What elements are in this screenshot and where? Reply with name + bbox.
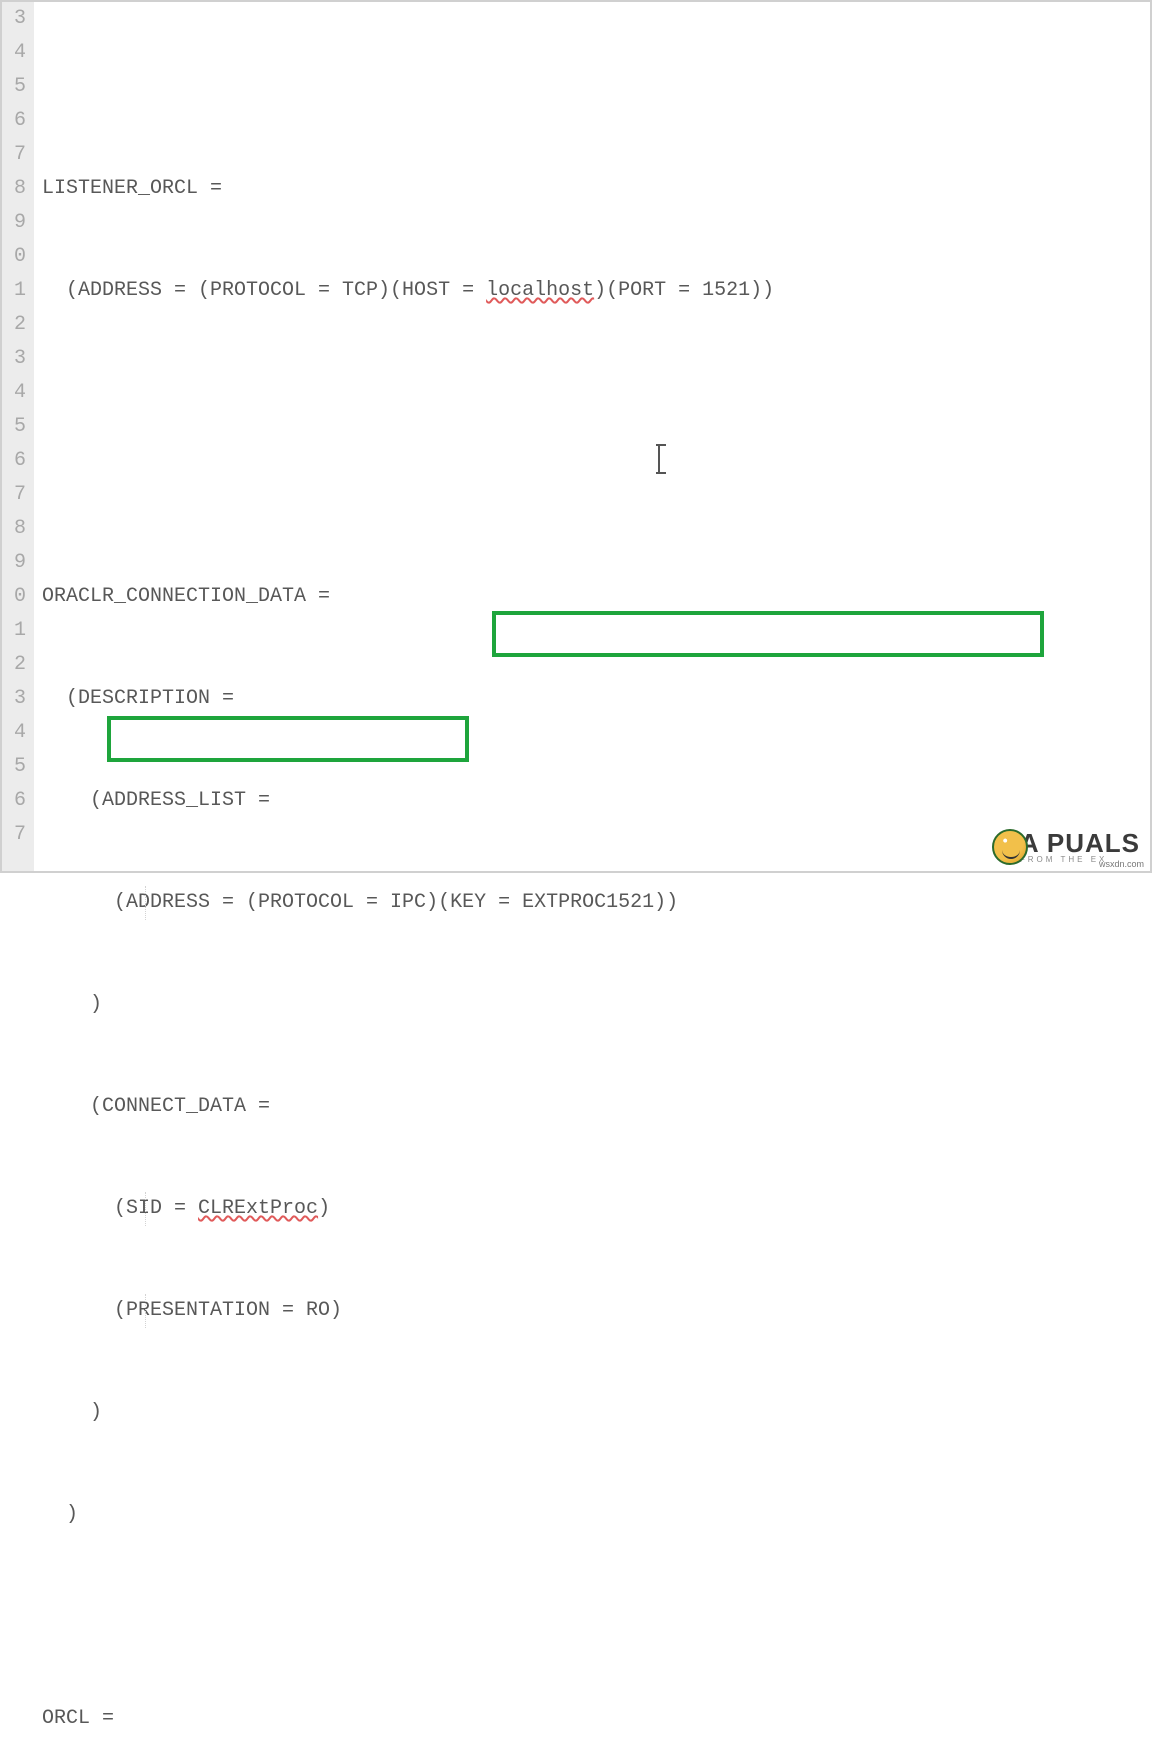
line-number: 6 (2, 104, 26, 138)
code-line[interactable]: (PRESENTATION = RO) (42, 1294, 1150, 1328)
spell-squiggle: CLRExtProc (198, 1197, 318, 1220)
line-number: 5 (2, 70, 26, 104)
code-line[interactable]: (CONNECT_DATA = (42, 1090, 1150, 1124)
indent-guide (145, 886, 146, 920)
code-line[interactable]: (ADDRESS = (PROTOCOL = IPC)(KEY = EXTPRO… (42, 886, 1150, 920)
line-number-gutter: 3 4 5 6 7 8 9 0 1 2 3 4 5 6 7 8 9 0 1 2 … (2, 2, 34, 871)
line-number: 1 (2, 274, 26, 308)
code-line[interactable]: ORCL = (42, 1702, 1150, 1736)
line-number: 7 (2, 478, 26, 512)
line-number: 4 (2, 36, 26, 70)
code-line[interactable] (42, 376, 1150, 410)
line-number: 3 (2, 2, 26, 36)
indent-guide (145, 1192, 146, 1226)
code-line[interactable] (42, 70, 1150, 104)
code-line[interactable]: ) (42, 1498, 1150, 1532)
line-number: 9 (2, 206, 26, 240)
line-number: 7 (2, 818, 26, 852)
code-editor[interactable]: 3 4 5 6 7 8 9 0 1 2 3 4 5 6 7 8 9 0 1 2 … (2, 2, 1150, 871)
line-number: 6 (2, 784, 26, 818)
line-number: 5 (2, 410, 26, 444)
line-number: 4 (2, 376, 26, 410)
indent-guide (145, 1294, 146, 1328)
code-line[interactable]: (ADDRESS = (PROTOCOL = TCP)(HOST = local… (42, 274, 1150, 308)
code-line[interactable]: (ADDRESS_LIST = (42, 784, 1150, 818)
code-line[interactable]: LISTENER_ORCL = (42, 172, 1150, 206)
code-line[interactable]: ) (42, 988, 1150, 1022)
line-number: 0 (2, 580, 26, 614)
line-number: 3 (2, 342, 26, 376)
code-line[interactable]: ORACLR_CONNECTION_DATA = (42, 580, 1150, 614)
code-line[interactable] (42, 478, 1150, 512)
line-number: 7 (2, 138, 26, 172)
line-number: 0 (2, 240, 26, 274)
code-area[interactable]: LISTENER_ORCL = (ADDRESS = (PROTOCOL = T… (34, 2, 1150, 871)
line-number: 4 (2, 716, 26, 750)
line-number: 1 (2, 614, 26, 648)
line-number: 8 (2, 172, 26, 206)
line-number: 5 (2, 750, 26, 784)
line-number: 3 (2, 682, 26, 716)
code-line[interactable]: (DESCRIPTION = (42, 682, 1150, 716)
line-number: 8 (2, 512, 26, 546)
line-number: 2 (2, 648, 26, 682)
line-number: 2 (2, 308, 26, 342)
code-line[interactable] (42, 1600, 1150, 1634)
code-line[interactable]: ) (42, 1396, 1150, 1430)
line-number: 9 (2, 546, 26, 580)
spell-squiggle: localhost (486, 279, 594, 302)
line-number: 6 (2, 444, 26, 478)
site-credit: wsxdn.com (1099, 859, 1144, 869)
code-line[interactable]: (SID = CLRExtProc) (42, 1192, 1150, 1226)
